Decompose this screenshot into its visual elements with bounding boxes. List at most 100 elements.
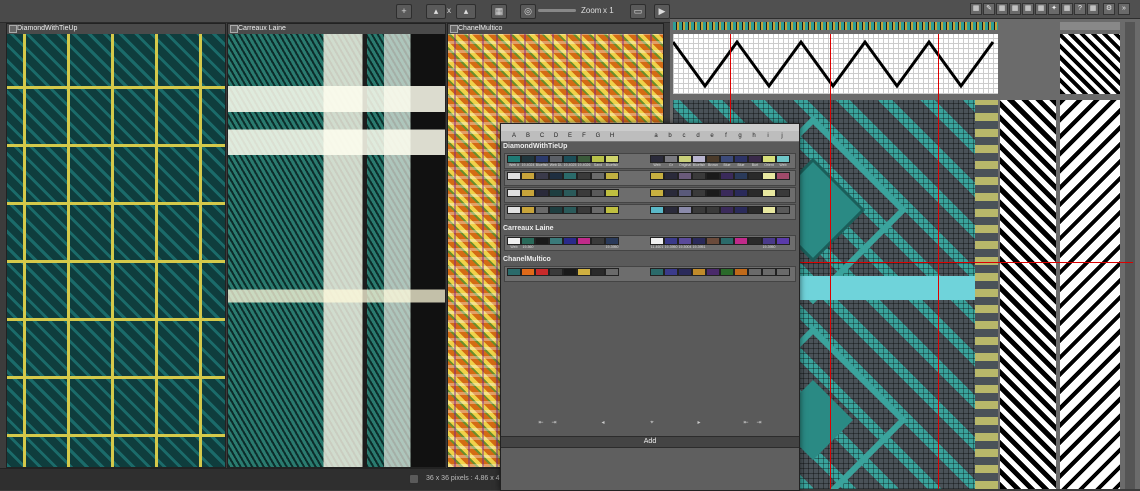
send-icon[interactable]: ▶ — [654, 4, 670, 19]
color-swatch[interactable] — [521, 237, 535, 245]
color-swatch[interactable] — [776, 268, 790, 276]
checkbox-icon[interactable] — [9, 25, 17, 33]
color-swatch[interactable] — [692, 237, 706, 245]
color-swatch[interactable] — [692, 189, 706, 197]
color-swatch[interactable] — [706, 237, 720, 245]
color-swatch[interactable] — [650, 268, 664, 276]
grid-icon[interactable]: ▦ — [1061, 3, 1073, 15]
color-swatch[interactable] — [734, 189, 748, 197]
color-swatch[interactable] — [706, 206, 720, 214]
color-swatch[interactable] — [563, 237, 577, 245]
color-swatch[interactable] — [748, 237, 762, 245]
color-swatch[interactable] — [521, 206, 535, 214]
color-swatch[interactable] — [762, 172, 776, 180]
color-swatch[interactable] — [591, 189, 605, 197]
color-swatch[interactable] — [678, 172, 692, 180]
color-swatch[interactable] — [563, 155, 577, 163]
color-swatch[interactable] — [549, 206, 563, 214]
checkbox-icon[interactable] — [230, 25, 238, 33]
grid-icon[interactable]: ▦ — [1035, 3, 1047, 15]
grid-icon[interactable]: ▦ — [1022, 3, 1034, 15]
color-swatch[interactable] — [692, 172, 706, 180]
color-swatch[interactable] — [591, 172, 605, 180]
color-swatch[interactable] — [692, 206, 706, 214]
color-swatch[interactable] — [664, 206, 678, 214]
color-swatch[interactable] — [678, 189, 692, 197]
color-swatch[interactable] — [762, 189, 776, 197]
color-swatch[interactable] — [577, 172, 591, 180]
color-swatch[interactable] — [678, 237, 692, 245]
color-swatch[interactable] — [762, 237, 776, 245]
move-left-icon[interactable]: ⇤ — [741, 420, 751, 426]
swatch-panel-carreaux[interactable]: Carreaux Laine — [227, 23, 446, 468]
color-swatch[interactable] — [535, 189, 549, 197]
color-swatch[interactable] — [650, 155, 664, 163]
color-swatch[interactable] — [664, 237, 678, 245]
color-swatch[interactable] — [535, 268, 549, 276]
color-swatch[interactable] — [521, 155, 535, 163]
color-swatch[interactable] — [664, 268, 678, 276]
color-swatch[interactable] — [577, 155, 591, 163]
color-swatch[interactable] — [720, 268, 734, 276]
color-swatch[interactable] — [549, 189, 563, 197]
color-swatch[interactable] — [664, 172, 678, 180]
color-swatch[interactable] — [734, 155, 748, 163]
color-swatch[interactable] — [507, 172, 521, 180]
color-swatch[interactable] — [678, 206, 692, 214]
color-swatch[interactable] — [535, 237, 549, 245]
color-swatch[interactable] — [748, 206, 762, 214]
color-swatch[interactable] — [720, 189, 734, 197]
color-swatch[interactable] — [577, 206, 591, 214]
palette-section-title[interactable]: ChanelMultico — [503, 255, 551, 265]
color-swatch[interactable] — [549, 237, 563, 245]
color-swatch[interactable] — [591, 268, 605, 276]
palette-row[interactable] — [504, 266, 796, 282]
color-swatch[interactable] — [692, 268, 706, 276]
color-swatch[interactable] — [678, 268, 692, 276]
pattern-icon[interactable]: ▦ — [491, 4, 507, 19]
color-swatch[interactable] — [776, 189, 790, 197]
threading-grid[interactable] — [673, 34, 998, 94]
info-icon[interactable] — [409, 474, 419, 484]
color-swatch[interactable] — [577, 237, 591, 245]
dropper-icon[interactable]: ⌖ — [647, 420, 657, 426]
more-icon[interactable]: » — [1118, 3, 1130, 15]
color-swatch[interactable] — [650, 237, 664, 245]
grid-icon[interactable]: ▦ — [1009, 3, 1021, 15]
color-swatch[interactable] — [549, 155, 563, 163]
color-swatch[interactable] — [521, 268, 535, 276]
color-swatch[interactable] — [563, 172, 577, 180]
color-swatch[interactable] — [776, 237, 790, 245]
warp-color-bar[interactable] — [673, 22, 998, 30]
grid-icon[interactable]: ▦ — [1087, 3, 1099, 15]
color-swatch[interactable] — [734, 172, 748, 180]
palette-row[interactable] — [504, 187, 796, 203]
color-swatch[interactable] — [535, 155, 549, 163]
color-swatch[interactable] — [521, 189, 535, 197]
color-swatch[interactable] — [720, 206, 734, 214]
color-swatch[interactable] — [549, 268, 563, 276]
width-stepper[interactable]: ▴ — [426, 4, 446, 19]
color-swatch[interactable] — [706, 172, 720, 180]
color-swatch[interactable] — [678, 155, 692, 163]
color-swatch[interactable] — [563, 268, 577, 276]
color-swatch[interactable] — [776, 172, 790, 180]
color-swatch[interactable] — [535, 206, 549, 214]
palette-row[interactable] — [504, 204, 796, 220]
palette-section-title[interactable]: Carreaux Laine — [503, 224, 554, 234]
color-swatch[interactable] — [734, 268, 748, 276]
forward-icon[interactable]: ▸ — [694, 420, 704, 426]
palette-section-title[interactable]: DiamondWithTieUp — [503, 142, 567, 152]
color-swatch[interactable] — [720, 237, 734, 245]
palette-row[interactable]: Web #19-4024 Bluefish Web DL 19-4025 19-4026… — [504, 153, 796, 169]
color-swatch[interactable] — [563, 189, 577, 197]
grid-icon[interactable]: ▦ — [970, 3, 982, 15]
color-swatch[interactable] — [664, 189, 678, 197]
color-swatch[interactable] — [748, 172, 762, 180]
edit-icon[interactable]: ▭ — [630, 4, 646, 19]
color-swatch[interactable] — [664, 155, 678, 163]
move-right-icon[interactable]: ⇥ — [549, 420, 559, 426]
grid-icon[interactable]: ▦ — [996, 3, 1008, 15]
move-right-icon[interactable]: ⇥ — [754, 420, 764, 426]
color-swatch[interactable] — [605, 206, 619, 214]
